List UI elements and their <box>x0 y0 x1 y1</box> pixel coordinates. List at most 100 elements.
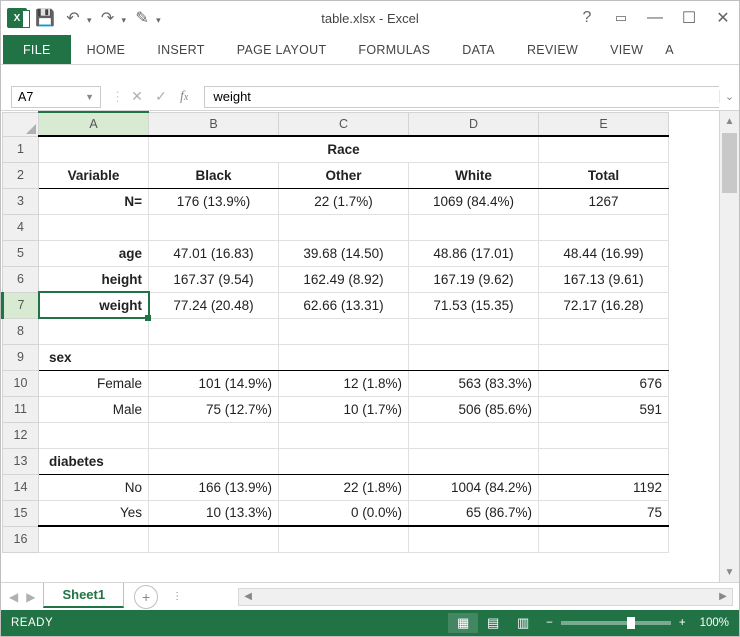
row-header[interactable]: 7 <box>3 292 39 318</box>
row-header[interactable]: 12 <box>3 422 39 448</box>
row-header[interactable]: 1 <box>3 136 39 162</box>
tabs-divider-icon[interactable]: ⋮ <box>158 591 198 602</box>
cell[interactable]: 47.01 (16.83) <box>149 240 279 266</box>
cell[interactable] <box>539 448 669 474</box>
scroll-down-icon[interactable]: ▼ <box>720 562 739 582</box>
cell[interactable]: 563 (83.3%) <box>409 370 539 396</box>
tab-file[interactable]: FILE <box>3 35 71 64</box>
row-header[interactable]: 6 <box>3 266 39 292</box>
row-header[interactable]: 13 <box>3 448 39 474</box>
cell[interactable] <box>539 344 669 370</box>
cell[interactable] <box>39 136 149 162</box>
cell[interactable]: 39.68 (14.50) <box>279 240 409 266</box>
tab-home[interactable]: HOME <box>71 35 142 64</box>
row-header[interactable]: 10 <box>3 370 39 396</box>
tab-page-layout[interactable]: PAGE LAYOUT <box>221 35 343 64</box>
row-header[interactable]: 3 <box>3 188 39 214</box>
cell[interactable]: N= <box>39 188 149 214</box>
cell[interactable] <box>539 214 669 240</box>
cell[interactable]: 62.66 (13.31) <box>279 292 409 318</box>
cell[interactable]: Black <box>149 162 279 188</box>
cell[interactable]: Race <box>149 136 539 162</box>
cell[interactable]: Yes <box>39 500 149 526</box>
row-header[interactable]: 9 <box>3 344 39 370</box>
view-normal-button[interactable]: ▦ <box>448 613 478 633</box>
cell[interactable]: 65 (86.7%) <box>409 500 539 526</box>
cell[interactable]: 77.24 (20.48) <box>149 292 279 318</box>
cell[interactable]: 176 (13.9%) <box>149 188 279 214</box>
help-button[interactable]: ? <box>577 8 597 28</box>
tab-formulas[interactable]: FORMULAS <box>342 35 446 64</box>
cell[interactable] <box>149 214 279 240</box>
cell[interactable]: Total <box>539 162 669 188</box>
formula-input[interactable]: weight <box>204 86 719 108</box>
cancel-formula-button[interactable]: ✕ <box>126 86 148 108</box>
cell[interactable]: 10 (1.7%) <box>279 396 409 422</box>
close-button[interactable]: ✕ <box>713 8 733 28</box>
tab-more[interactable]: A <box>659 35 680 64</box>
scroll-thumb[interactable] <box>722 133 737 193</box>
insert-function-button[interactable]: fx <box>174 89 194 105</box>
name-box[interactable]: A7 ▼ <box>11 86 101 108</box>
scroll-up-icon[interactable]: ▲ <box>720 111 739 131</box>
cell[interactable]: 1004 (84.2%) <box>409 474 539 500</box>
prev-sheet-button[interactable]: ◀ <box>9 590 18 604</box>
cell[interactable]: 48.86 (17.01) <box>409 240 539 266</box>
cell[interactable]: 676 <box>539 370 669 396</box>
row-header[interactable]: 5 <box>3 240 39 266</box>
cell[interactable]: 10 (13.3%) <box>149 500 279 526</box>
zoom-in-button[interactable]: + <box>679 617 686 629</box>
cell[interactable]: 22 (1.8%) <box>279 474 409 500</box>
view-page-break-button[interactable]: ▥ <box>508 613 538 633</box>
name-box-dropdown-icon[interactable]: ▼ <box>85 92 94 102</box>
cell[interactable] <box>279 318 409 344</box>
add-sheet-button[interactable]: + <box>134 585 158 609</box>
save-button[interactable]: 💾 <box>33 6 57 30</box>
cell[interactable] <box>279 344 409 370</box>
cell[interactable]: 167.37 (9.54) <box>149 266 279 292</box>
cell[interactable] <box>149 422 279 448</box>
cell[interactable]: 506 (85.6%) <box>409 396 539 422</box>
col-header-A[interactable]: A <box>39 112 149 136</box>
cell[interactable]: 75 <box>539 500 669 526</box>
col-header-E[interactable]: E <box>539 112 669 136</box>
cell[interactable]: 1192 <box>539 474 669 500</box>
cell[interactable] <box>279 422 409 448</box>
cell[interactable]: 167.13 (9.61) <box>539 266 669 292</box>
cell[interactable]: 72.17 (16.28) <box>539 292 669 318</box>
cell[interactable] <box>39 422 149 448</box>
cell[interactable] <box>279 214 409 240</box>
cell[interactable] <box>149 526 279 552</box>
ribbon-options-button[interactable]: ▭ <box>611 8 631 28</box>
cell[interactable] <box>39 318 149 344</box>
tab-review[interactable]: REVIEW <box>511 35 594 64</box>
enter-formula-button[interactable]: ✓ <box>150 86 172 108</box>
row-header[interactable]: 16 <box>3 526 39 552</box>
cell[interactable]: Female <box>39 370 149 396</box>
maximize-button[interactable]: ☐ <box>679 8 699 28</box>
zoom-out-button[interactable]: − <box>546 617 553 629</box>
cell[interactable] <box>409 526 539 552</box>
select-all-corner[interactable] <box>3 112 39 136</box>
cell[interactable]: diabetes <box>39 448 149 474</box>
undo-button[interactable]: ↶ <box>61 6 85 30</box>
tab-insert[interactable]: INSERT <box>141 35 220 64</box>
cell[interactable]: Variable <box>39 162 149 188</box>
cell[interactable]: 71.53 (15.35) <box>409 292 539 318</box>
cell[interactable] <box>39 526 149 552</box>
cell[interactable]: height <box>39 266 149 292</box>
row-header[interactable]: 8 <box>3 318 39 344</box>
scroll-right-icon[interactable]: ▶ <box>714 591 732 602</box>
cell[interactable] <box>279 526 409 552</box>
cell[interactable]: 101 (14.9%) <box>149 370 279 396</box>
cell[interactable] <box>539 526 669 552</box>
horizontal-scrollbar[interactable]: ◀ ▶ <box>238 588 733 606</box>
cell[interactable] <box>409 422 539 448</box>
row-header[interactable]: 14 <box>3 474 39 500</box>
customize-dropdown-icon[interactable]: ▾ <box>156 15 161 30</box>
col-header-D[interactable]: D <box>409 112 539 136</box>
minimize-button[interactable]: — <box>645 8 665 28</box>
cell[interactable]: White <box>409 162 539 188</box>
cell[interactable] <box>539 136 669 162</box>
cell[interactable] <box>409 344 539 370</box>
